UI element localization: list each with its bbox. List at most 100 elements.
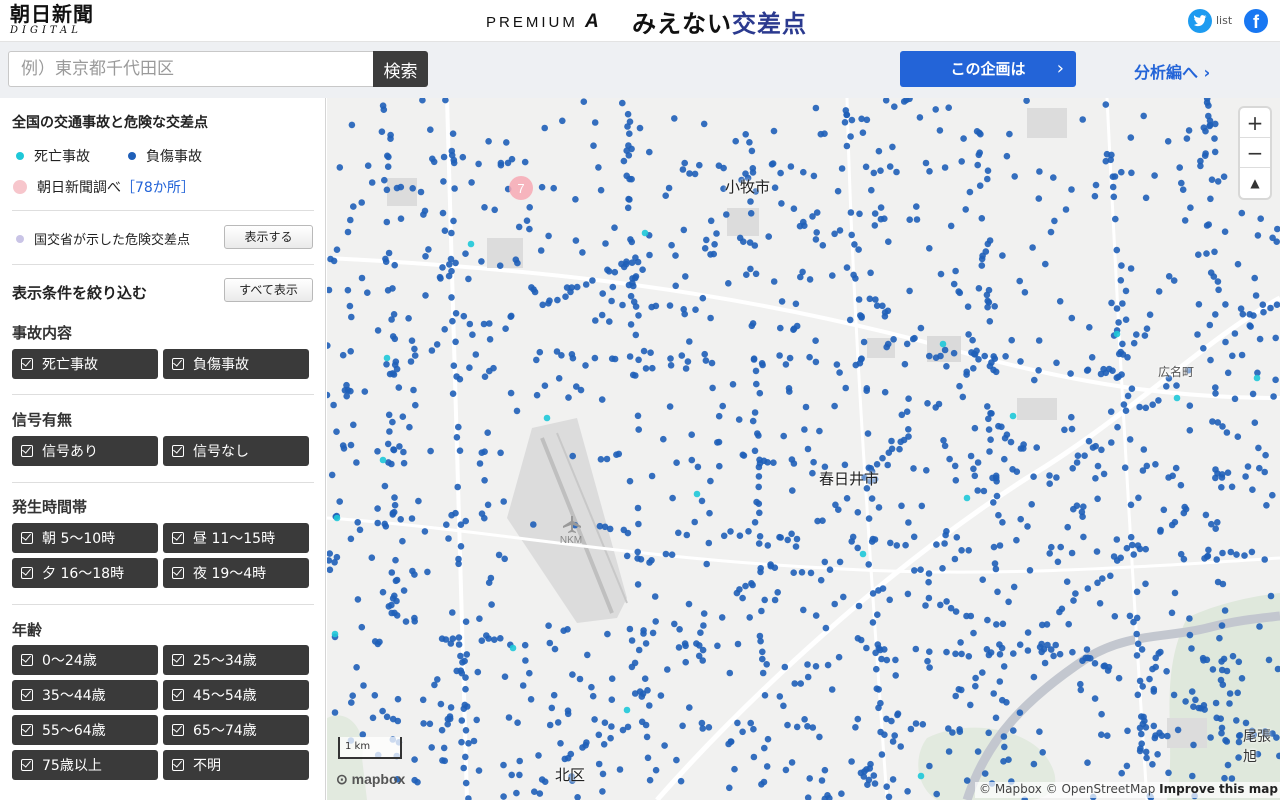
injury-accident-dot[interactable]	[624, 529, 632, 537]
injury-accident-dot[interactable]	[591, 119, 599, 126]
injury-accident-dot[interactable]	[619, 726, 627, 734]
fatal-accident-dot[interactable]	[917, 772, 925, 780]
injury-accident-dot[interactable]	[1118, 769, 1125, 777]
injury-accident-dot[interactable]	[1134, 691, 1142, 699]
injury-accident-dot[interactable]	[1050, 652, 1057, 660]
injury-accident-dot[interactable]	[1107, 572, 1114, 580]
injury-accident-dot[interactable]	[898, 411, 906, 419]
injury-accident-dot[interactable]	[881, 388, 889, 396]
injury-accident-dot[interactable]	[1087, 655, 1094, 662]
injury-accident-dot[interactable]	[974, 459, 982, 466]
injury-accident-dot[interactable]	[1151, 734, 1159, 742]
injury-accident-dot[interactable]	[452, 310, 460, 317]
injury-accident-dot[interactable]	[1122, 316, 1130, 323]
injury-accident-dot[interactable]	[1256, 623, 1263, 630]
injury-accident-dot[interactable]	[1212, 390, 1219, 397]
injury-accident-dot[interactable]	[620, 157, 628, 165]
injury-accident-dot[interactable]	[1188, 688, 1196, 695]
injury-accident-dot[interactable]	[749, 581, 756, 589]
injury-accident-dot[interactable]	[964, 303, 972, 310]
injury-accident-dot[interactable]	[787, 163, 795, 170]
injury-accident-dot[interactable]	[425, 246, 432, 253]
injury-accident-dot[interactable]	[1186, 631, 1194, 639]
injury-accident-dot[interactable]	[682, 642, 689, 650]
injury-accident-dot[interactable]	[852, 275, 859, 282]
injury-accident-dot[interactable]	[595, 731, 603, 739]
injury-accident-dot[interactable]	[788, 759, 796, 766]
injury-accident-dot[interactable]	[809, 724, 817, 731]
injury-accident-dot[interactable]	[399, 413, 407, 421]
injury-accident-dot[interactable]	[563, 284, 571, 291]
injury-accident-dot[interactable]	[891, 732, 898, 739]
injury-accident-dot[interactable]	[982, 248, 990, 255]
injury-accident-dot[interactable]	[937, 352, 944, 360]
injury-accident-dot[interactable]	[390, 311, 398, 318]
injury-accident-dot[interactable]	[406, 423, 413, 431]
injury-accident-dot[interactable]	[1016, 277, 1023, 285]
injury-accident-dot[interactable]	[390, 508, 398, 516]
injury-accident-dot[interactable]	[642, 365, 650, 372]
injury-accident-dot[interactable]	[1143, 462, 1151, 470]
injury-accident-dot[interactable]	[623, 552, 631, 560]
injury-accident-dot[interactable]	[989, 474, 996, 482]
injury-accident-dot[interactable]	[911, 567, 918, 574]
injury-accident-dot[interactable]	[829, 272, 836, 279]
filter-age-unknown-checkbox[interactable]: 不明	[163, 750, 309, 780]
injury-accident-dot[interactable]	[777, 534, 784, 541]
injury-accident-dot[interactable]	[1233, 551, 1240, 558]
injury-accident-dot[interactable]	[358, 623, 366, 631]
injury-accident-dot[interactable]	[1047, 228, 1055, 236]
injury-accident-dot[interactable]	[1155, 397, 1162, 404]
injury-accident-dot[interactable]	[536, 348, 544, 356]
injury-accident-dot[interactable]	[700, 120, 708, 128]
injury-accident-dot[interactable]	[462, 779, 470, 787]
injury-accident-dot[interactable]	[1222, 338, 1229, 346]
injury-accident-dot[interactable]	[344, 228, 352, 236]
injury-accident-dot[interactable]	[386, 428, 393, 435]
injury-accident-dot[interactable]	[631, 690, 639, 697]
injury-accident-dot[interactable]	[636, 124, 644, 132]
filter-noon-checkbox[interactable]: 昼 11〜15時	[163, 523, 309, 553]
injury-accident-dot[interactable]	[1000, 663, 1008, 670]
injury-accident-dot[interactable]	[501, 673, 509, 680]
injury-accident-dot[interactable]	[726, 669, 734, 677]
injury-accident-dot[interactable]	[885, 238, 892, 245]
injury-accident-dot[interactable]	[411, 618, 418, 625]
injury-accident-dot[interactable]	[1199, 654, 1207, 662]
injury-accident-dot[interactable]	[344, 286, 352, 294]
injury-accident-dot[interactable]	[871, 222, 879, 229]
injury-accident-dot[interactable]	[486, 336, 494, 343]
injury-accident-dot[interactable]	[978, 215, 986, 222]
injury-accident-dot[interactable]	[1130, 339, 1138, 347]
injury-accident-dot[interactable]	[449, 317, 456, 325]
injury-accident-dot[interactable]	[385, 603, 393, 610]
injury-accident-dot[interactable]	[1094, 495, 1101, 503]
injury-accident-dot[interactable]	[468, 179, 475, 186]
injury-accident-dot[interactable]	[668, 241, 675, 249]
injury-accident-dot[interactable]	[759, 648, 766, 656]
injury-accident-dot[interactable]	[974, 161, 981, 169]
injury-accident-dot[interactable]	[705, 724, 713, 731]
injury-accident-dot[interactable]	[686, 338, 693, 345]
injury-accident-dot[interactable]	[879, 302, 886, 310]
injury-accident-dot[interactable]	[1028, 501, 1035, 508]
injury-accident-dot[interactable]	[1063, 578, 1071, 585]
injury-accident-dot[interactable]	[548, 704, 556, 712]
injury-accident-dot[interactable]	[462, 618, 470, 625]
injury-accident-dot[interactable]	[1195, 301, 1203, 308]
injury-accident-dot[interactable]	[970, 365, 977, 372]
injury-accident-dot[interactable]	[718, 614, 726, 621]
injury-accident-dot[interactable]	[781, 663, 789, 671]
injury-accident-dot[interactable]	[958, 158, 965, 165]
injury-accident-dot[interactable]	[881, 646, 888, 653]
injury-accident-dot[interactable]	[871, 210, 879, 217]
injury-accident-dot[interactable]	[894, 711, 901, 719]
injury-accident-dot[interactable]	[441, 326, 448, 333]
injury-accident-dot[interactable]	[1044, 641, 1051, 649]
injury-accident-dot[interactable]	[427, 126, 434, 133]
injury-accident-dot[interactable]	[1141, 332, 1149, 339]
injury-accident-dot[interactable]	[764, 542, 772, 549]
injury-accident-dot[interactable]	[592, 317, 599, 324]
injury-accident-dot[interactable]	[709, 384, 716, 392]
injury-accident-dot[interactable]	[675, 644, 683, 651]
